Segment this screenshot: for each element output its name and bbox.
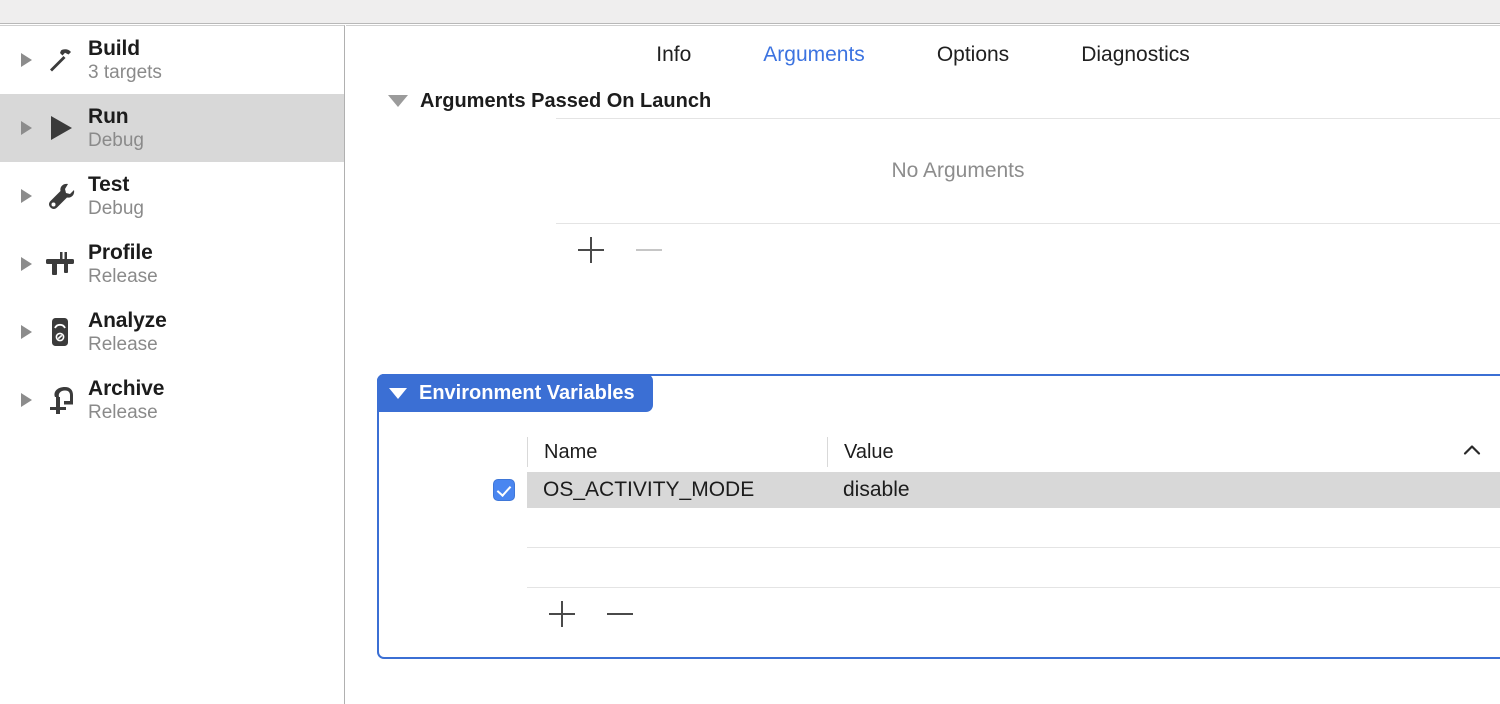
environment-variables-table: Name Value OS_ACTIVITY_MODE disable	[493, 432, 1500, 640]
sidebar-item-text: Analyze Release	[88, 309, 167, 355]
sidebar-item-title: Test	[88, 173, 130, 197]
checkbox-checked-icon[interactable]	[493, 479, 515, 501]
sidebar-item-text: Run Debug	[88, 105, 144, 151]
wrench-icon	[40, 179, 80, 213]
column-header-value[interactable]: Value	[827, 437, 1500, 467]
disclosure-triangle-icon[interactable]	[18, 257, 34, 271]
environment-section-title: Environment Variables	[419, 381, 635, 404]
sidebar-item-subtitle: Release	[88, 265, 158, 287]
sidebar-item-profile[interactable]: Profile Release	[0, 230, 344, 298]
arguments-section-body: No Arguments	[556, 118, 1500, 276]
scheme-detail-panel: Info Arguments Options Diagnostics Argum…	[346, 25, 1500, 704]
sidebar-item-text: Archive Release	[88, 377, 164, 423]
caliper-icon	[40, 247, 80, 281]
arguments-section-header[interactable]: Arguments Passed On Launch	[388, 84, 1500, 118]
detail-tab-bar: Info Arguments Options Diagnostics	[346, 26, 1500, 84]
disclosure-triangle-icon[interactable]	[18, 325, 34, 339]
disclosure-triangle-icon[interactable]	[18, 189, 34, 203]
clamp-icon	[40, 383, 80, 417]
disclosure-triangle-icon[interactable]	[18, 393, 34, 407]
table-empty-space	[527, 508, 1500, 547]
chevron-down-icon[interactable]	[389, 387, 407, 399]
tab-arguments[interactable]: Arguments	[727, 43, 901, 67]
add-environment-variable-button[interactable]	[549, 601, 575, 627]
sidebar-item-text: Profile Release	[88, 241, 158, 287]
window-title-strip	[0, 0, 1500, 24]
row-name-cell[interactable]: OS_ACTIVITY_MODE	[527, 478, 827, 502]
sidebar-item-title: Run	[88, 105, 129, 129]
sidebar-item-run[interactable]: Run Debug	[0, 94, 344, 162]
remove-argument-button[interactable]	[636, 237, 662, 263]
add-argument-button[interactable]	[578, 237, 604, 263]
table-row[interactable]: OS_ACTIVITY_MODE disable	[493, 472, 1500, 508]
sidebar-item-title: Analyze	[88, 309, 167, 333]
sidebar-item-build[interactable]: Build 3 targets	[0, 26, 344, 94]
sidebar-item-subtitle: Debug	[88, 197, 144, 219]
column-header-name[interactable]: Name	[527, 437, 827, 467]
arguments-section-title: Arguments Passed On Launch	[420, 89, 712, 112]
xcode-scheme-editor-window: Build 3 targets Run Debug Test Debug Pro…	[0, 0, 1500, 704]
environment-add-remove-bar	[527, 588, 1500, 640]
sidebar-item-analyze[interactable]: Analyze Release	[0, 298, 344, 366]
remove-environment-variable-button[interactable]	[607, 601, 633, 627]
sidebar-item-archive[interactable]: Archive Release	[0, 366, 344, 434]
sidebar-item-text: Build 3 targets	[88, 37, 162, 83]
table-footer-space	[527, 548, 1500, 587]
tab-diagnostics[interactable]: Diagnostics	[1045, 43, 1226, 67]
row-enabled-checkbox-cell[interactable]	[481, 479, 527, 501]
disclosure-triangle-icon[interactable]	[18, 53, 34, 67]
disclosure-triangle-icon[interactable]	[18, 121, 34, 135]
tab-info[interactable]: Info	[620, 43, 727, 67]
chevron-down-icon[interactable]	[388, 95, 408, 107]
environment-variables-section: Environment Variables Name Value OS_ACTI…	[377, 374, 1500, 659]
hammer-icon	[40, 43, 80, 77]
table-header-row: Name Value	[527, 432, 1500, 472]
sidebar-item-title: Archive	[88, 377, 165, 401]
sidebar-item-subtitle: Debug	[88, 129, 144, 151]
tab-options[interactable]: Options	[901, 43, 1045, 67]
environment-section-header[interactable]: Environment Variables	[377, 374, 653, 412]
sidebar-item-title: Profile	[88, 241, 153, 265]
gauge-icon	[40, 315, 80, 349]
sidebar-item-title: Build	[88, 37, 140, 61]
play-icon	[40, 111, 80, 145]
arguments-add-remove-bar	[556, 224, 1500, 276]
sidebar-item-subtitle: Release	[88, 401, 158, 423]
scheme-action-sidebar: Build 3 targets Run Debug Test Debug Pro…	[0, 25, 345, 704]
row-value-cell[interactable]: disable	[827, 478, 1500, 502]
sidebar-item-text: Test Debug	[88, 173, 144, 219]
arguments-empty-message: No Arguments	[891, 159, 1025, 182]
sidebar-item-subtitle: 3 targets	[88, 61, 162, 83]
chevron-up-icon[interactable]	[1463, 443, 1481, 455]
sidebar-item-subtitle: Release	[88, 333, 158, 355]
sidebar-item-test[interactable]: Test Debug	[0, 162, 344, 230]
